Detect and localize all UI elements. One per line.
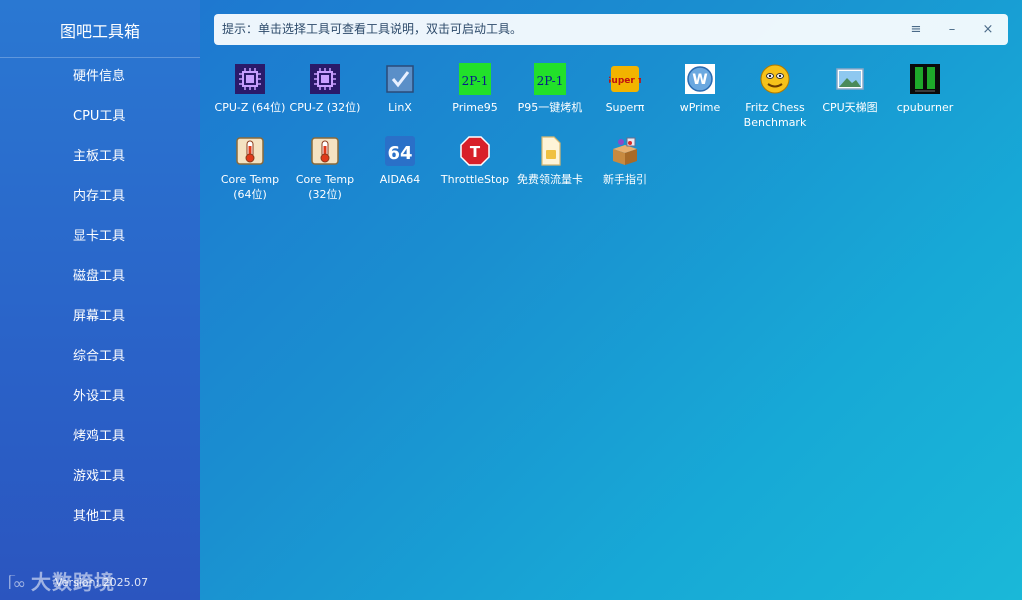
- menu-item-cpu-tools[interactable]: CPU工具: [0, 97, 200, 137]
- tool-fritz-chess[interactable]: Fritz Chess Benchmark: [737, 60, 813, 130]
- picture-icon: [836, 68, 864, 90]
- tool-label: P95一键烤机: [517, 101, 583, 114]
- tool-cpuz-32[interactable]: CPU-Z (32位): [287, 60, 363, 115]
- svg-text:2P-1: 2P-1: [462, 74, 489, 88]
- tool-label: Core Temp (64位): [220, 173, 280, 201]
- menu-item-stress-tools[interactable]: 烤鸡工具: [0, 417, 200, 457]
- tool-label: 免费领流量卡: [517, 173, 583, 186]
- tool-label: cpuburner: [896, 101, 954, 114]
- prime95-icon: 2P-1: [459, 63, 491, 95]
- category-menu: 硬件信息 CPU工具 主板工具 内存工具 显卡工具 磁盘工具 屏幕工具 综合工具…: [0, 57, 200, 537]
- cpuburner-icon: [910, 64, 940, 94]
- superpi-icon: Super π: [609, 66, 641, 92]
- wprime-icon: W: [685, 64, 715, 94]
- tool-label: ThrottleStop: [440, 173, 510, 186]
- tool-wprime[interactable]: W wPrime: [662, 60, 738, 115]
- aida64-icon: 64: [385, 136, 415, 166]
- tool-cpuz-64[interactable]: CPU-Z (64位): [212, 60, 288, 115]
- tool-label: wPrime: [679, 101, 721, 114]
- linx-check-icon: [386, 65, 414, 93]
- tip-bar: 提示：单击选择工具可查看工具说明，双击可启动工具。 ≡ – ×: [214, 14, 1008, 45]
- fritz-smiley-icon: [760, 64, 790, 94]
- tool-superpi[interactable]: Super π Superπ: [587, 60, 663, 115]
- menu-item-peripheral-tools[interactable]: 外设工具: [0, 377, 200, 417]
- watermark-logo-icon: ᥬ∞: [8, 574, 27, 593]
- tool-label: CPU-Z (64位): [214, 101, 286, 114]
- svg-text:W: W: [692, 72, 707, 88]
- menu-item-hardware-info[interactable]: 硬件信息: [0, 57, 200, 97]
- menu-item-game-tools[interactable]: 游戏工具: [0, 457, 200, 497]
- menu-item-memory-tools[interactable]: 内存工具: [0, 177, 200, 217]
- cpu-z-icon: [235, 64, 265, 94]
- svg-text:T: T: [470, 143, 481, 161]
- menu-item-disk-tools[interactable]: 磁盘工具: [0, 257, 200, 297]
- svg-text:Super π: Super π: [609, 76, 641, 86]
- menu-item-general-tools[interactable]: 综合工具: [0, 337, 200, 377]
- menu-item-other-tools[interactable]: 其他工具: [0, 497, 200, 537]
- tip-text: 提示：单击选择工具可查看工具说明，双击可启动工具。: [222, 22, 523, 36]
- close-button[interactable]: ×: [976, 14, 1000, 45]
- tool-cpuburner[interactable]: cpuburner: [887, 60, 963, 115]
- sidebar: 图吧工具箱 硬件信息 CPU工具 主板工具 内存工具 显卡工具 磁盘工具 屏幕工…: [0, 0, 200, 600]
- tool-label: Superπ: [605, 101, 645, 114]
- tool-label: LinX: [388, 101, 412, 114]
- app-title: 图吧工具箱: [59, 22, 140, 41]
- tool-aida64[interactable]: 64 AIDA64: [362, 132, 438, 187]
- tool-prime95[interactable]: 2P-1 Prime95: [437, 60, 513, 115]
- tool-coretemp-32[interactable]: Core Temp (32位): [287, 132, 363, 202]
- tool-label: 新手指引: [603, 173, 647, 186]
- tool-label: Prime95: [452, 101, 498, 114]
- menu-button[interactable]: ≡: [904, 14, 928, 45]
- tool-linx[interactable]: LinX: [362, 60, 438, 115]
- thermometer-icon: [311, 137, 339, 165]
- guide-box-icon: [613, 137, 637, 165]
- tool-p95-burn[interactable]: 2P-1 P95一键烤机: [512, 60, 588, 115]
- tool-beginner-guide[interactable]: 新手指引: [587, 132, 663, 187]
- cpu-z-icon: [310, 64, 340, 94]
- minimize-button[interactable]: –: [940, 14, 964, 45]
- prime95-icon: 2P-1: [534, 63, 566, 95]
- menu-item-motherboard-tools[interactable]: 主板工具: [0, 137, 200, 177]
- tool-label: CPU-Z (32位): [289, 101, 361, 114]
- tool-label: Core Temp (32位): [295, 173, 355, 201]
- thermometer-icon: [236, 137, 264, 165]
- menu-item-gpu-tools[interactable]: 显卡工具: [0, 217, 200, 257]
- stop-sign-icon: T: [460, 136, 490, 166]
- watermark: ᥬ∞ 大数跨境: [8, 570, 115, 594]
- tool-label: AIDA64: [379, 173, 421, 186]
- tool-throttlestop[interactable]: T ThrottleStop: [437, 132, 513, 187]
- tool-coretemp-64[interactable]: Core Temp (64位): [212, 132, 288, 202]
- tool-label: Fritz Chess Benchmark: [743, 101, 807, 129]
- sim-card-icon: [541, 136, 561, 166]
- tool-cpu-ladder[interactable]: CPU天梯图: [812, 60, 888, 115]
- svg-text:2P-1: 2P-1: [537, 74, 564, 88]
- svg-text:64: 64: [387, 143, 412, 164]
- tool-label: CPU天梯图: [822, 101, 878, 114]
- menu-item-screen-tools[interactable]: 屏幕工具: [0, 297, 200, 337]
- tool-free-sim[interactable]: 免费领流量卡: [512, 132, 588, 187]
